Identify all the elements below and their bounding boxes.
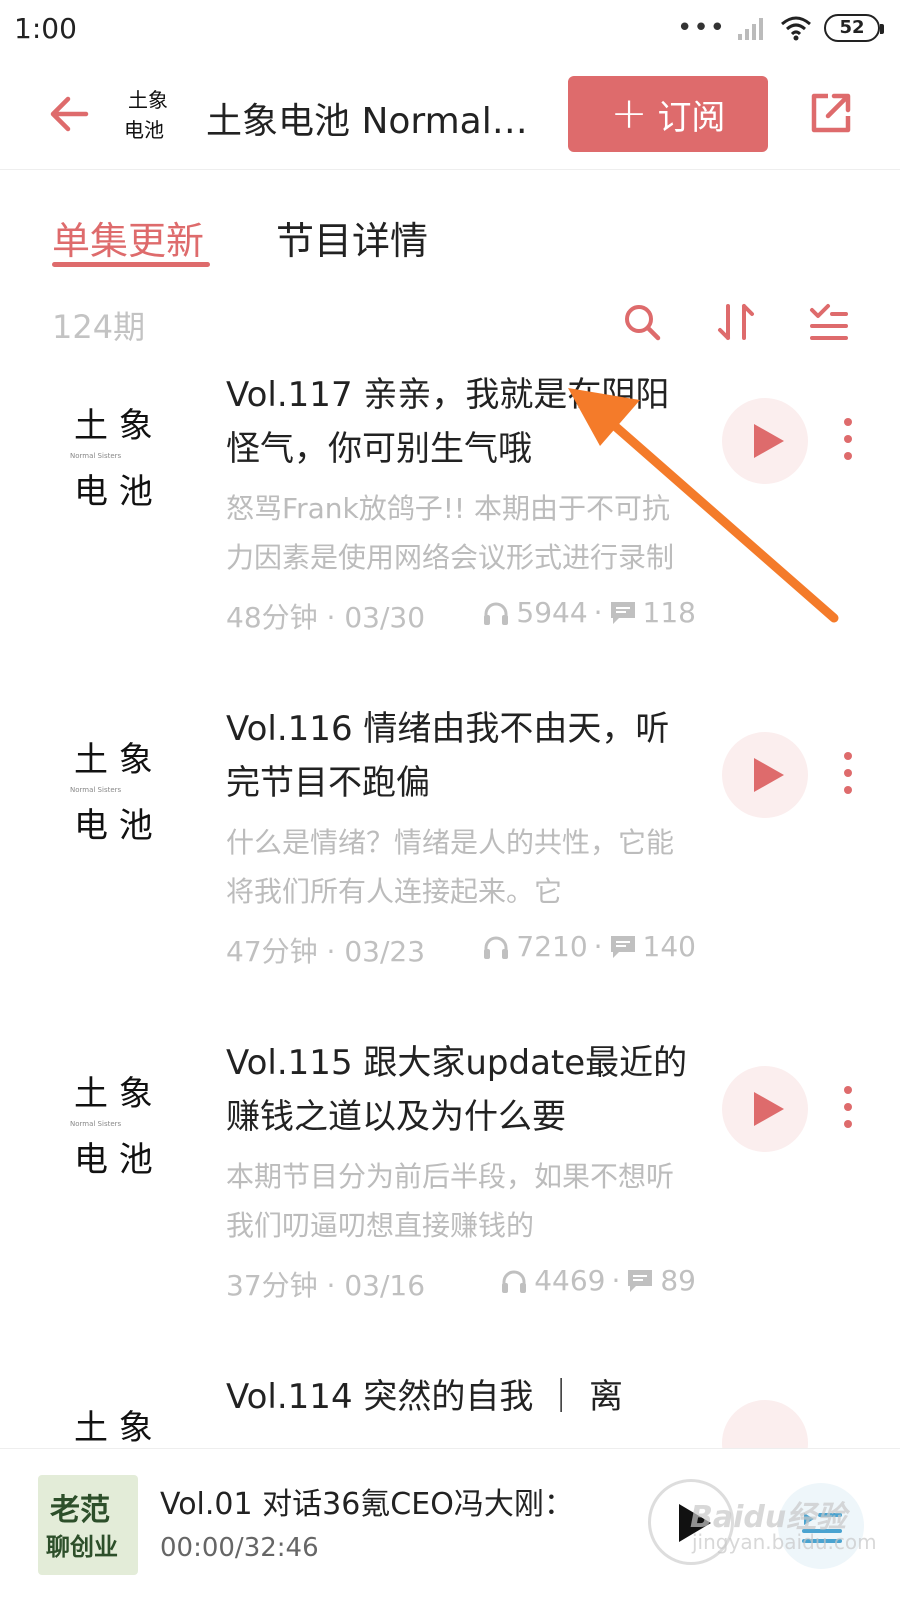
subscribe-button[interactable]: + 订阅 [568,76,768,152]
cover-line-2: 电 池 [74,1140,153,1180]
player-cover-line-1: 老范 [50,1493,110,1528]
battery-indicator: 52 [824,14,884,42]
cover-subtitle: Normal Sisters [70,1120,122,1128]
play-icon [754,424,784,458]
episode-description: 本期节目分为前后半段，如果不想听我们叨逼叨想直接赚钱的 [226,1160,675,1242]
podcast-logo: 土象 电池 [116,84,180,144]
comment-count: 89 [660,1264,696,1297]
subscribe-label: 订阅 [657,97,726,138]
episode-description: 什么是情绪？情绪是人的共性，它能将我们所有人连接起来。它 [226,826,675,908]
episode-cover: 土 象 Normal Sisters 电 池 [50,392,180,522]
episode-duration: 37分钟 [226,1269,318,1302]
logo-line-2: 电池 [124,118,164,142]
episode-item[interactable]: 土 象 Normal Sisters 电 池 Vol.115 跟大家update… [0,1036,900,1356]
batch-select-icon[interactable] [806,300,850,344]
episode-title[interactable]: Vol.114 突然的自我 ｜ 离 [226,1370,696,1424]
episode-date: 03/23 [344,935,426,968]
player-cover-line-2: 聊创业 [46,1533,118,1561]
play-button[interactable] [722,1400,808,1448]
status-time: 1:00 [14,12,77,45]
comment-count: 140 [642,930,696,963]
episode-meta: 47分钟 · 03/23 7210 · 140 [226,930,696,970]
wifi-icon [781,16,811,41]
headphones-icon [484,602,509,625]
episode-title[interactable]: Vol.115 跟大家update最近的赚钱之道以及为什么要 [226,1036,696,1144]
sort-icon[interactable] [714,300,758,344]
episode-item[interactable]: 土 象 Normal Sisters 电 池 Vol.117 亲亲，我就是在阴阳… [0,368,900,688]
episode-title[interactable]: Vol.117 亲亲，我就是在阴阳怪气，你可别生气哦 [226,368,696,476]
more-dots-icon: ••• [676,13,726,43]
episode-stats: 7210 · 140 [482,930,696,963]
more-options-icon[interactable] [838,748,858,798]
episode-date: 03/16 [344,1269,426,1302]
episode-duration: 47分钟 [226,935,318,968]
active-tab-underline [52,262,210,267]
headphones-icon [502,1270,527,1293]
episode-count: 124期 [52,308,146,346]
comment-count: 118 [642,596,696,629]
play-button[interactable] [722,1066,808,1152]
watermark-url: jingyan.baidu.com [692,1530,877,1554]
episode-cover: 土 象 [50,1394,180,1448]
list-toolbar: 124期 [0,296,900,352]
comment-icon [628,1269,653,1292]
app-header: 土象 电池 土象电池 Normal Sisters + 订阅 [0,62,900,170]
episode-stats: 4469 · 89 [500,1264,696,1297]
cover-line-2: 电 池 [74,472,153,512]
play-icon [754,758,784,792]
episode-duration-date: 37分钟 · 03/16 [226,1269,426,1302]
player-time: 00:00/32:46 [160,1533,319,1563]
more-options-icon[interactable] [838,1082,858,1132]
episode-meta: 48分钟 · 03/30 5944 · 118 [226,596,696,636]
episode-duration-date: 47分钟 · 03/23 [226,935,426,968]
cover-line-1: 土 象 [74,406,153,446]
episode-title[interactable]: Vol.116 情绪由我不由天，听完节目不跑偏 [226,702,696,810]
tab-show-details[interactable]: 节目详情 [276,210,428,265]
page-title: 土象电池 Normal Sisters [206,101,536,142]
share-icon[interactable] [806,88,856,138]
tab-bar: 单集更新 节目详情 [0,200,900,280]
play-count: 4469 [534,1264,606,1297]
episode-date: 03/30 [344,601,426,634]
episode-description: 怒骂Frank放鸽子!! 本期由于不可抗力因素是使用网络会议形式进行录制 [226,492,675,574]
episode-meta: 37分钟 · 03/16 4469 · 89 [226,1264,696,1304]
cover-line-1: 土 象 [74,1408,153,1448]
episode-cover: 土 象 Normal Sisters 电 池 [50,726,180,856]
play-count: 5944 [516,596,588,629]
episode-duration-date: 48分钟 · 03/30 [226,601,426,634]
play-count: 7210 [516,930,588,963]
back-arrow-icon[interactable] [46,90,94,138]
tab-episode-updates[interactable]: 单集更新 [52,210,204,265]
play-button[interactable] [722,398,808,484]
comment-icon [610,601,635,624]
cover-subtitle: Normal Sisters [70,786,122,794]
player-cover: 老范 聊创业 [38,1475,138,1575]
cover-subtitle: Normal Sisters [70,452,122,460]
more-options-icon[interactable] [838,414,858,464]
logo-line-1: 土象 [128,88,168,112]
signal-icon [738,18,763,40]
status-bar: 1:00 ••• 52 [0,0,900,62]
status-icons: ••• 52 [676,13,884,43]
episode-item[interactable]: 土 象 Vol.114 突然的自我 ｜ 离 [0,1370,900,1448]
headphones-icon [484,936,509,959]
episode-duration: 48分钟 [226,601,318,634]
play-button[interactable] [722,732,808,818]
search-icon[interactable] [620,300,664,344]
cover-line-1: 土 象 [74,1074,153,1114]
play-icon [754,1092,784,1126]
episode-stats: 5944 · 118 [482,596,696,629]
cover-line-2: 电 池 [74,806,153,846]
cover-line-1: 土 象 [74,740,153,780]
episode-item[interactable]: 土 象 Normal Sisters 电 池 Vol.116 情绪由我不由天，听… [0,702,900,1022]
comment-icon [610,935,635,958]
player-title[interactable]: Vol.01 对话36氪CEO冯大刚： [160,1479,600,1523]
episode-cover: 土 象 Normal Sisters 电 池 [50,1060,180,1190]
plus-icon: + [610,88,648,139]
